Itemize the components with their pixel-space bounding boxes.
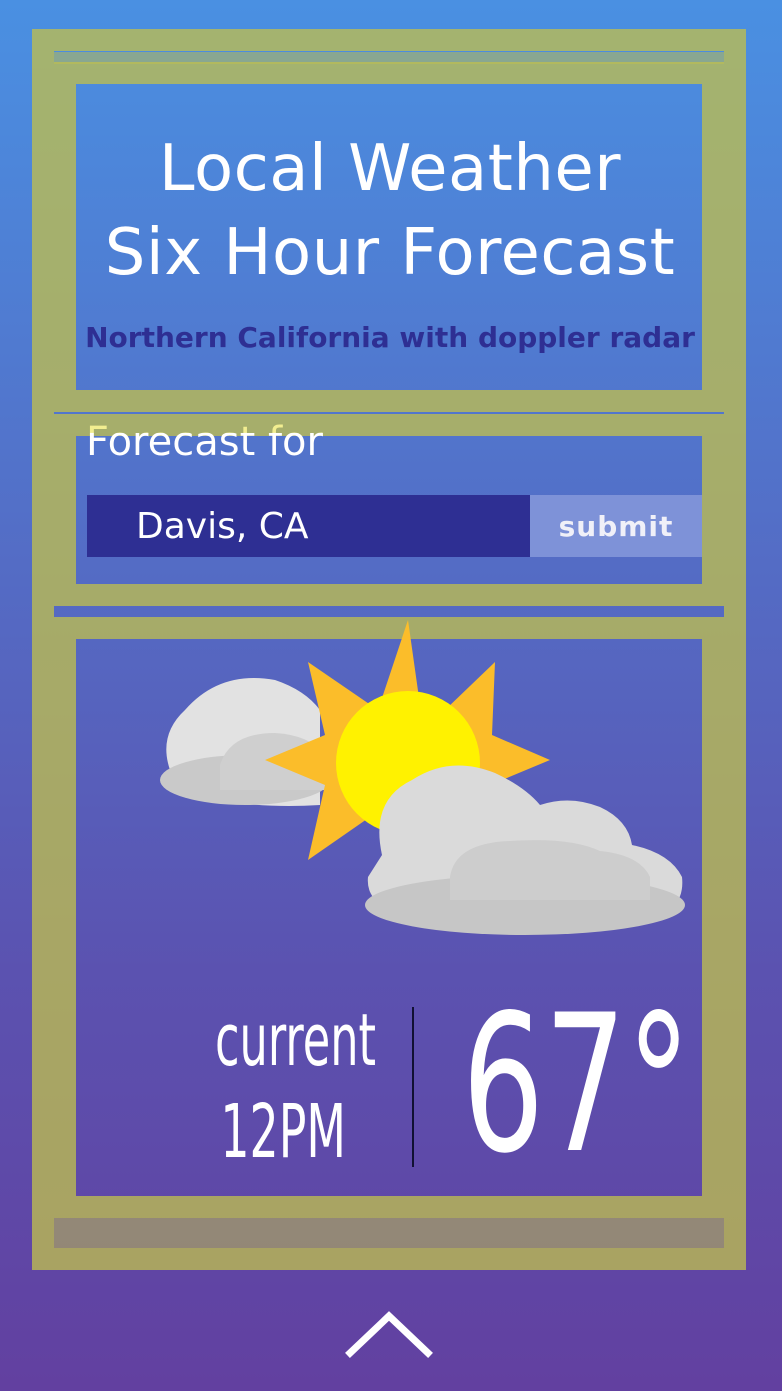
- front-cloud: [365, 765, 685, 935]
- partly-cloudy-icon: [160, 620, 685, 935]
- submit-button[interactable]: submit: [530, 495, 702, 557]
- page-subtitle: Northern California with doppler radar: [85, 321, 695, 354]
- forecast-for-label: Forecast for: [86, 416, 323, 468]
- page-title-line2: Six Hour Forecast: [104, 216, 676, 290]
- location-input[interactable]: [87, 495, 530, 557]
- time-label: 12PM: [220, 1089, 346, 1175]
- divider: [412, 1007, 414, 1167]
- temperature-value: 67°: [462, 974, 692, 1195]
- back-cloud: [160, 678, 330, 806]
- page-title-line1: Local Weather: [158, 132, 622, 206]
- frame-band-bottom: [54, 1218, 724, 1248]
- current-label: current: [215, 998, 377, 1082]
- chevron-up-icon[interactable]: [344, 1306, 434, 1361]
